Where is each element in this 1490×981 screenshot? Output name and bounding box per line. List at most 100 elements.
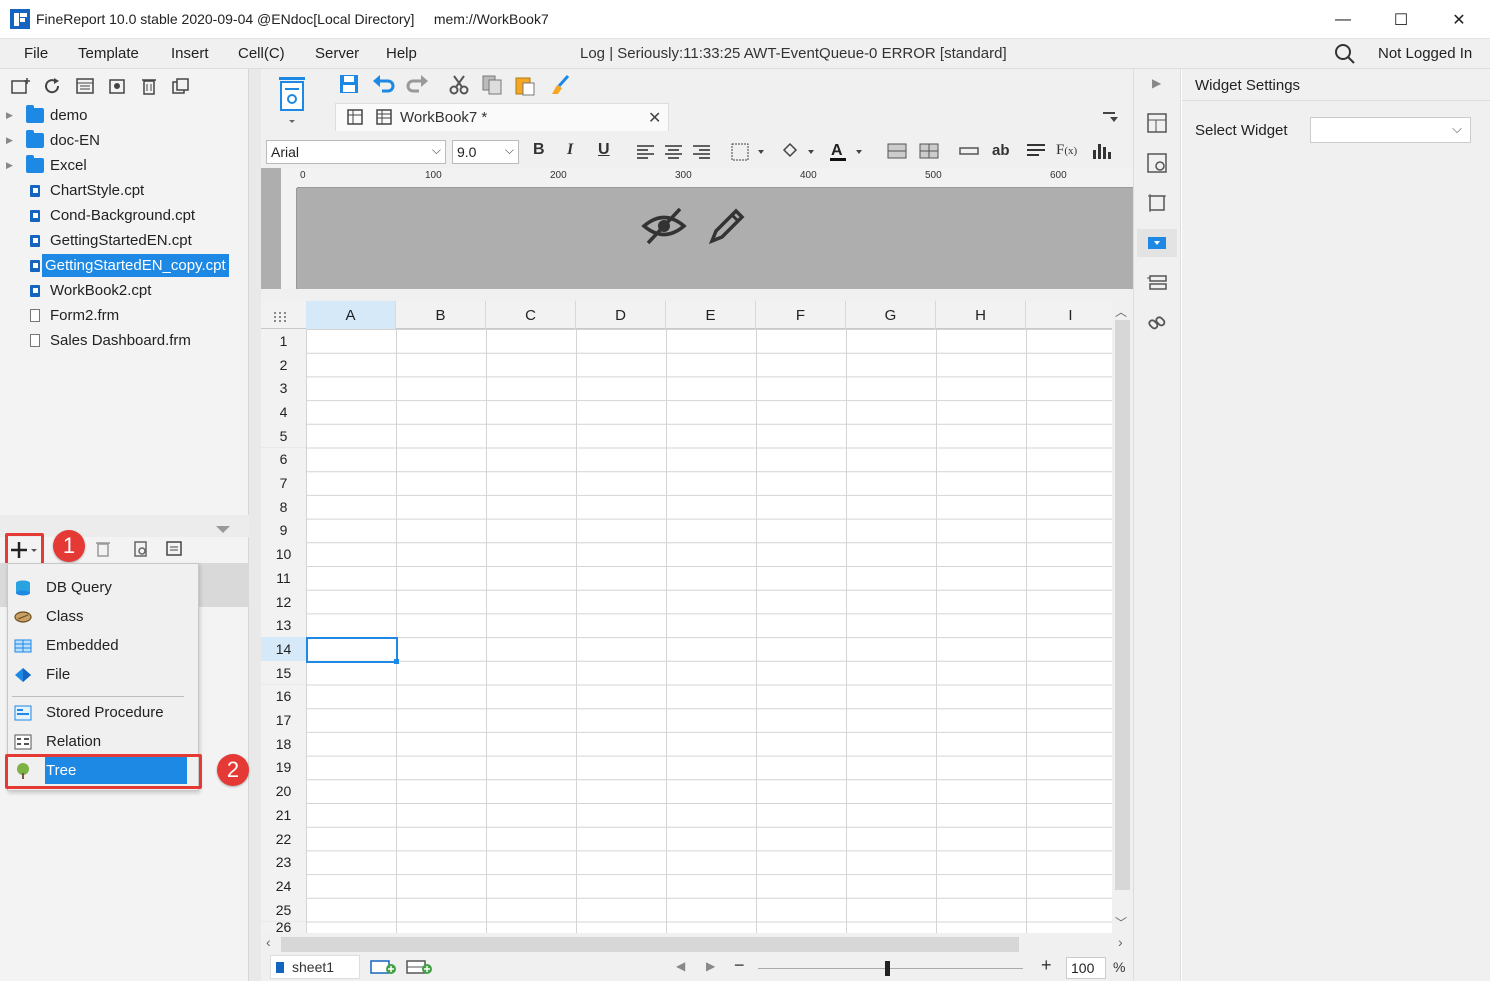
menu-item-stored-procedure[interactable]: Stored Procedure bbox=[8, 698, 188, 727]
column-header[interactable]: B bbox=[396, 301, 486, 329]
row-header[interactable]: 5 bbox=[261, 423, 306, 448]
menu-item-tree[interactable]: Tree bbox=[8, 756, 188, 785]
row-header[interactable]: 6 bbox=[261, 447, 306, 472]
open-template-icon[interactable] bbox=[74, 77, 96, 95]
tree-file[interactable]: GettingStartedEN.cpt bbox=[0, 228, 249, 253]
panel-splitter[interactable] bbox=[249, 69, 261, 981]
tree-folder-doc-en[interactable]: ▶ doc-EN bbox=[0, 128, 249, 153]
column-header[interactable]: D bbox=[576, 301, 666, 329]
row-header[interactable]: 16 bbox=[261, 684, 306, 709]
select-widget-dropdown[interactable]: ⌵ bbox=[1310, 117, 1471, 143]
selected-cell[interactable] bbox=[306, 637, 398, 663]
menu-item-embedded[interactable]: Embedded bbox=[8, 631, 188, 660]
log-status[interactable]: Log | Seriously:11:33:25 AWT-EventQueue-… bbox=[580, 45, 1007, 62]
tree-file-selected[interactable]: GettingStartedEN_copy.cpt bbox=[0, 253, 249, 278]
expand-arrow-icon[interactable]: ▶ bbox=[6, 135, 16, 146]
tree-folder-excel[interactable]: ▶ Excel bbox=[0, 153, 249, 178]
add-dataset-icon[interactable] bbox=[10, 540, 40, 560]
row-header[interactable]: 8 bbox=[261, 494, 306, 519]
tab-menu-icon[interactable] bbox=[1101, 109, 1119, 125]
row-header[interactable]: 17 bbox=[261, 708, 306, 732]
sheet-tab[interactable]: sheet1 bbox=[270, 955, 360, 979]
edit-dataset-icon[interactable] bbox=[165, 540, 185, 558]
horizontal-scroll-thumb[interactable] bbox=[281, 937, 1019, 952]
underline-button[interactable]: U bbox=[598, 141, 610, 159]
row-header[interactable]: 15 bbox=[261, 660, 306, 685]
copy-icon[interactable] bbox=[170, 77, 192, 95]
undo-icon[interactable] bbox=[372, 74, 396, 94]
row-header[interactable]: 22 bbox=[261, 826, 306, 851]
scroll-down-icon[interactable]: ﹀ bbox=[1115, 914, 1127, 931]
zoom-in-button[interactable]: + bbox=[1041, 955, 1052, 976]
row-header[interactable]: 11 bbox=[261, 566, 306, 590]
tree-file[interactable]: Sales Dashboard.frm bbox=[0, 328, 249, 353]
close-button[interactable]: ✕ bbox=[1436, 0, 1482, 39]
delete-dataset-icon[interactable] bbox=[94, 540, 112, 558]
maximize-button[interactable]: ☐ bbox=[1378, 0, 1424, 39]
minimize-button[interactable]: — bbox=[1320, 0, 1366, 39]
hide-eye-icon[interactable] bbox=[640, 205, 688, 247]
zoom-input[interactable]: 100 bbox=[1066, 957, 1106, 979]
tree-file[interactable]: ChartStyle.cpt bbox=[0, 178, 249, 203]
next-sheet-icon[interactable]: ▶ bbox=[706, 959, 715, 973]
column-header[interactable]: F bbox=[756, 301, 846, 329]
bold-button[interactable]: B bbox=[533, 141, 545, 159]
menu-server[interactable]: Server bbox=[315, 45, 359, 62]
redo-icon[interactable] bbox=[405, 74, 429, 94]
cut-icon[interactable] bbox=[448, 74, 470, 96]
font-family-select[interactable]: Arial ⌵ bbox=[266, 140, 446, 164]
menu-file[interactable]: File bbox=[24, 45, 48, 62]
row-header[interactable]: 23 bbox=[261, 850, 306, 875]
edit-pencil-icon[interactable] bbox=[706, 205, 748, 247]
menu-item-class[interactable]: Class bbox=[8, 602, 188, 631]
fill-handle[interactable] bbox=[394, 659, 399, 664]
login-status[interactable]: Not Logged In bbox=[1378, 45, 1472, 62]
row-header[interactable]: 3 bbox=[261, 376, 306, 401]
menu-template[interactable]: Template bbox=[78, 45, 139, 62]
cell-element-icon[interactable] bbox=[1146, 112, 1168, 134]
scroll-up-icon[interactable]: ︿ bbox=[1115, 303, 1127, 320]
row-header[interactable]: 14 bbox=[261, 637, 306, 661]
cell-attributes-icon[interactable] bbox=[1146, 152, 1168, 174]
border-icon[interactable] bbox=[730, 142, 768, 162]
row-header[interactable]: 2 bbox=[261, 352, 306, 377]
menu-insert[interactable]: Insert bbox=[171, 45, 209, 62]
new-folder-icon[interactable] bbox=[10, 77, 32, 95]
menu-cell[interactable]: Cell(C) bbox=[238, 45, 285, 62]
row-header[interactable]: 24 bbox=[261, 874, 306, 898]
settings-icon[interactable] bbox=[106, 77, 128, 95]
column-header[interactable]: H bbox=[936, 301, 1026, 329]
zoom-slider-thumb[interactable] bbox=[885, 961, 890, 976]
fill-color-icon[interactable] bbox=[780, 142, 818, 162]
vertical-scroll-thumb[interactable] bbox=[1115, 320, 1130, 890]
tree-folder-demo[interactable]: ▶ demo bbox=[0, 103, 249, 128]
row-header[interactable]: 20 bbox=[261, 779, 306, 803]
scroll-right-icon[interactable]: › bbox=[1118, 934, 1123, 950]
row-header[interactable]: 1 bbox=[261, 329, 306, 353]
add-polysheet-icon[interactable] bbox=[406, 959, 434, 975]
widget-settings-icon[interactable] bbox=[1146, 232, 1168, 254]
paste-icon[interactable] bbox=[514, 74, 536, 96]
insert-field-icon[interactable] bbox=[958, 142, 980, 160]
font-size-select[interactable]: 9.0 ⌵ bbox=[452, 140, 519, 164]
search-icon[interactable] bbox=[1334, 43, 1356, 65]
row-header[interactable]: 12 bbox=[261, 589, 306, 614]
copy-cell-icon[interactable] bbox=[481, 74, 503, 96]
float-element-icon[interactable] bbox=[1146, 192, 1168, 214]
collapse-down-icon[interactable] bbox=[216, 526, 230, 534]
select-all-icon[interactable] bbox=[273, 311, 289, 323]
format-painter-icon[interactable] bbox=[549, 74, 571, 96]
refresh-icon[interactable] bbox=[42, 77, 64, 95]
hyperlink-icon[interactable] bbox=[1146, 312, 1168, 334]
text-wrap-icon[interactable]: ab bbox=[992, 142, 1010, 159]
menu-item-db-query[interactable]: DB Query bbox=[8, 573, 188, 602]
menu-help[interactable]: Help bbox=[386, 45, 417, 62]
spreadsheet-grid[interactable] bbox=[261, 301, 1112, 933]
tree-file[interactable]: Cond-Background.cpt bbox=[0, 203, 249, 228]
formula-icon[interactable]: F(x) bbox=[1056, 142, 1077, 159]
font-color-icon[interactable]: A bbox=[828, 140, 868, 162]
row-header[interactable]: 26 bbox=[261, 921, 306, 933]
zoom-out-button[interactable]: − bbox=[734, 955, 745, 976]
delete-icon[interactable] bbox=[138, 77, 160, 95]
sheet-grid-icon[interactable] bbox=[346, 108, 364, 126]
